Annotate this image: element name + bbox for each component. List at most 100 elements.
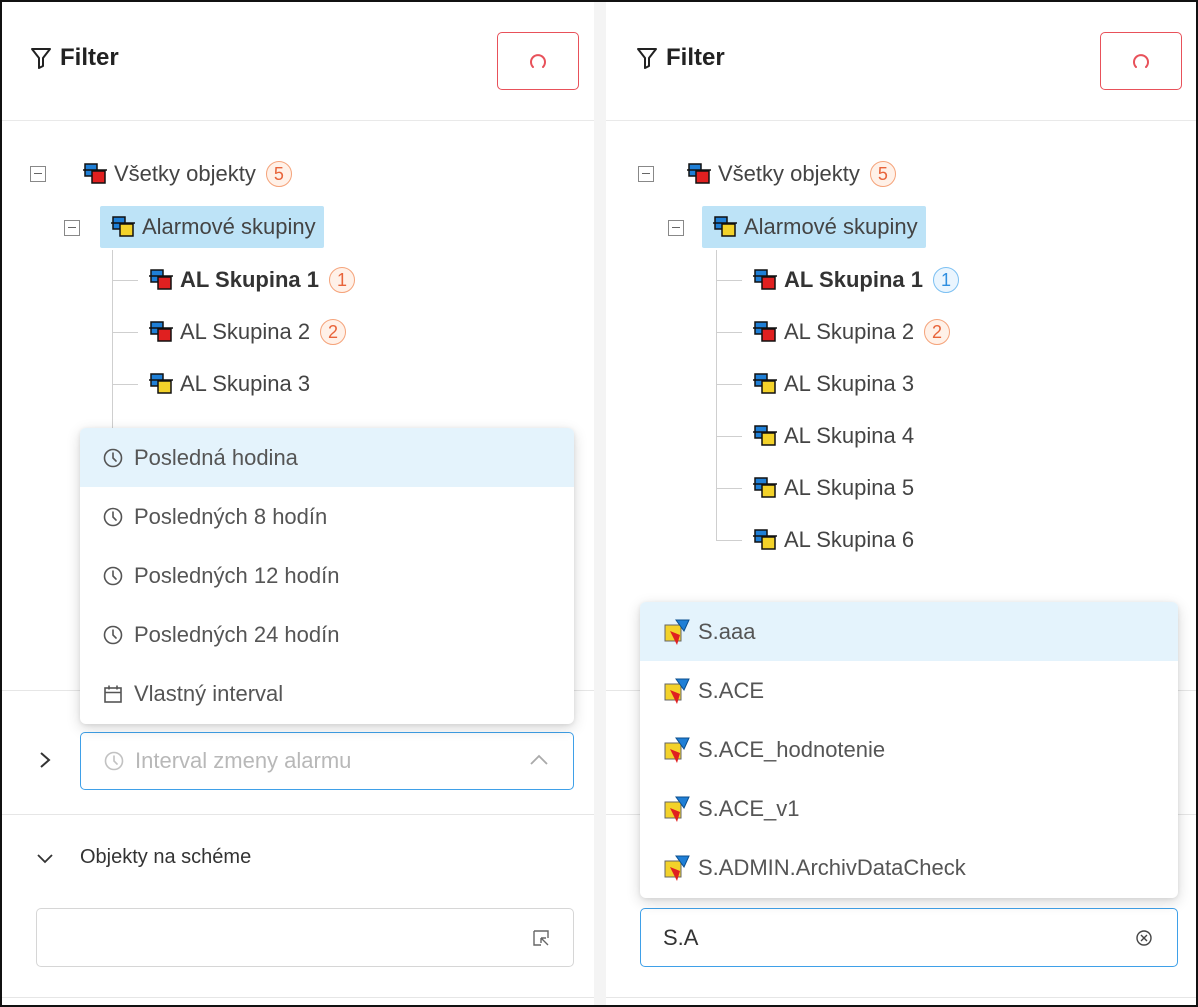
interval-option-custom[interactable]: Vlastný interval — [80, 664, 574, 723]
tree-node-al-skupina-3[interactable]: AL Skupina 3 — [148, 364, 310, 404]
alarm-count-badge: 1 — [328, 267, 355, 293]
reset-icon — [1133, 54, 1149, 68]
tree-node-al-skupina-2[interactable]: AL Skupina 2 2 — [752, 312, 951, 352]
reset-icon — [530, 54, 546, 68]
interval-option-last-12-hours[interactable]: Posledných 12 hodín — [80, 546, 574, 605]
object-group-icon — [753, 373, 777, 394]
scheme-object-icon — [664, 737, 690, 763]
tree-node-label: Alarmové skupiny — [744, 214, 918, 239]
section-divider — [0, 997, 594, 998]
object-option-s-aaa[interactable]: S.aaa — [640, 602, 1178, 661]
clock-icon — [103, 507, 123, 526]
objects-search-input[interactable]: S.A — [640, 908, 1178, 967]
interval-option-label: Posledná hodina — [134, 444, 298, 470]
collapse-toggle[interactable] — [668, 220, 684, 236]
alarm-count-badge: 2 — [924, 319, 951, 345]
tree-node-label: AL Skupina 2 — [784, 319, 915, 344]
chevron-up-icon — [530, 754, 548, 765]
tree-connector — [112, 384, 138, 385]
clear-icon[interactable] — [1135, 929, 1153, 947]
clock-icon — [103, 625, 123, 644]
tree-connector — [716, 436, 742, 437]
tree-connector — [716, 488, 742, 489]
interval-select[interactable]: Interval zmeny alarmu — [80, 732, 574, 790]
scheme-object-icon — [664, 619, 690, 645]
object-group-alarm-icon — [83, 163, 107, 184]
expand-chevron-icon[interactable] — [38, 750, 52, 770]
right-filter-panel: Filter Všetky objekty 5 Alarmové skupiny… — [606, 0, 1198, 1007]
collapse-toggle[interactable] — [30, 166, 46, 182]
filter-title: Filter — [636, 44, 725, 72]
tree-node-label: AL Skupina 1 — [180, 267, 319, 292]
filter-title-text: Filter — [666, 44, 725, 71]
object-option-s-ace-v1[interactable]: S.ACE_v1 — [640, 779, 1178, 838]
tree-node-label: AL Skupina 3 — [180, 371, 311, 396]
tree-node-al-skupina-1[interactable]: AL Skupina 1 1 — [148, 260, 355, 300]
object-option-label: S.ADMIN.ArchivDataCheck — [698, 854, 966, 880]
reset-button[interactable] — [1100, 32, 1182, 90]
tree-connector — [716, 332, 742, 333]
interval-option-last-hour[interactable]: Posledná hodina — [80, 428, 574, 487]
interval-option-last-24-hours[interactable]: Posledných 24 hodín — [80, 605, 574, 664]
tree-node-all-objects[interactable]: Všetky objekty 5 — [686, 154, 896, 194]
tree-node-label: AL Skupina 5 — [784, 475, 915, 500]
tree-connector — [112, 280, 138, 281]
interval-option-last-8-hours[interactable]: Posledných 8 hodín — [80, 487, 574, 546]
tree-node-alarm-groups[interactable]: Alarmové skupiny — [100, 206, 324, 248]
panel-gutter — [594, 0, 606, 1007]
tree-node-label: AL Skupina 4 — [784, 423, 915, 448]
tree-node-alarm-groups[interactable]: Alarmové skupiny — [702, 206, 926, 248]
tree-connector — [716, 540, 742, 541]
tree-node-label: AL Skupina 2 — [180, 319, 311, 344]
interval-option-label: Posledných 8 hodín — [134, 503, 328, 529]
interval-option-label: Posledných 12 hodín — [134, 562, 340, 588]
filter-title: Filter — [30, 44, 119, 72]
calendar-icon — [104, 685, 122, 703]
alarm-count-badge: 2 — [320, 319, 347, 345]
interval-option-label: Posledných 24 hodín — [134, 621, 340, 647]
tree-node-label: AL Skupina 6 — [784, 527, 915, 552]
tree-connector — [716, 250, 717, 540]
objects-autocomplete-menu: S.aaa S.ACE S.ACE_hodnotenie S.ACE_v1 S.… — [640, 602, 1178, 898]
reset-button[interactable] — [497, 32, 579, 90]
tree-connector — [716, 384, 742, 385]
tree-node-all-objects[interactable]: Všetky objekty 5 — [82, 154, 292, 194]
tree-node-al-skupina-2[interactable]: AL Skupina 2 2 — [148, 312, 347, 352]
tree-node-al-skupina-1[interactable]: AL Skupina 1 1 — [752, 260, 959, 300]
tree-node-al-skupina-5[interactable]: AL Skupina 5 — [752, 468, 914, 508]
tree-node-al-skupina-3[interactable]: AL Skupina 3 — [752, 364, 914, 404]
tree-connector — [716, 280, 742, 281]
tree-node-label: Všetky objekty — [114, 161, 256, 186]
object-group-alarm-icon — [149, 269, 173, 290]
collapse-toggle[interactable] — [64, 220, 80, 236]
objects-input[interactable] — [36, 908, 574, 967]
object-option-s-ace[interactable]: S.ACE — [640, 661, 1178, 720]
alarm-count-badge: 1 — [932, 267, 959, 293]
tree-connector — [112, 332, 138, 333]
object-option-label: S.ACE_hodnotenie — [698, 736, 886, 762]
tree-node-label: AL Skupina 3 — [784, 371, 915, 396]
object-group-icon — [149, 373, 173, 394]
objects-section-header[interactable]: Objekty na schéme — [36, 846, 251, 869]
object-group-icon — [753, 477, 777, 498]
clock-icon — [103, 448, 123, 467]
alarm-count-badge: 5 — [869, 161, 896, 187]
object-group-alarm-icon — [149, 321, 173, 342]
clock-icon — [103, 566, 123, 585]
object-group-alarm-icon — [687, 163, 711, 184]
object-option-label: S.ACE — [698, 677, 765, 703]
object-group-icon — [713, 216, 737, 237]
pick-from-scheme-icon[interactable] — [531, 928, 551, 948]
object-option-s-admin-archivdatacheck[interactable]: S.ADMIN.ArchivDataCheck — [640, 838, 1178, 897]
collapse-toggle[interactable] — [638, 166, 654, 182]
tree-node-al-skupina-4[interactable]: AL Skupina 4 — [752, 416, 914, 456]
alarm-count-badge: 5 — [265, 161, 292, 187]
tree-node-label: AL Skupina 1 — [784, 267, 923, 292]
chevron-down-icon — [37, 853, 53, 863]
filter-title-text: Filter — [60, 44, 119, 71]
left-filter-panel: Filter Všetky objekty 5 Alarmové skupiny… — [0, 0, 594, 1007]
tree-node-al-skupina-6[interactable]: AL Skupina 6 — [752, 520, 914, 560]
scheme-object-icon — [664, 678, 690, 704]
object-option-s-ace-hodnotenie[interactable]: S.ACE_hodnotenie — [640, 720, 1178, 779]
section-divider — [606, 997, 1198, 998]
